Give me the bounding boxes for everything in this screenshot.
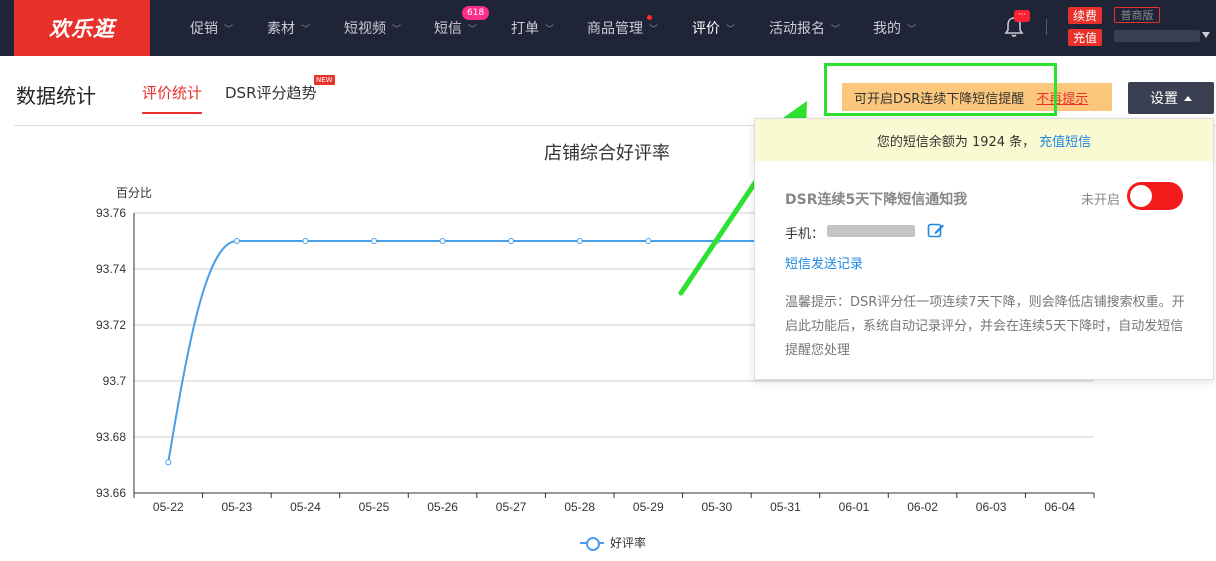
toggle-knob xyxy=(1130,185,1152,207)
sms-send-log-link[interactable]: 短信发送记录 xyxy=(785,253,863,272)
edit-icon[interactable] xyxy=(927,221,945,239)
recharge-sms-link[interactable]: 充值短信 xyxy=(1039,131,1091,150)
warm-tip-text: 温馨提示：DSR评分任一项连续7天下降，则会降低店铺搜索权重。开启此功能后，系统… xyxy=(785,295,1185,358)
phone-number-blurred xyxy=(827,225,915,237)
dsr-notify-title: DSR连续5天下降短信通知我 xyxy=(785,192,968,208)
dsr-notify-toggle[interactable] xyxy=(1127,182,1183,210)
sms-settings-popover: 您的短信余额为 1924 条， 充值短信 DSR连续5天下降短信通知我 未开启 … xyxy=(754,118,1214,380)
sms-balance-text: 您的短信余额为 1924 条， xyxy=(876,134,1036,150)
phone-label: 手机： xyxy=(785,227,825,242)
sms-balance-bar: 您的短信余额为 1924 条， 充值短信 xyxy=(755,119,1213,161)
toggle-state-label: 未开启 xyxy=(1081,193,1121,208)
